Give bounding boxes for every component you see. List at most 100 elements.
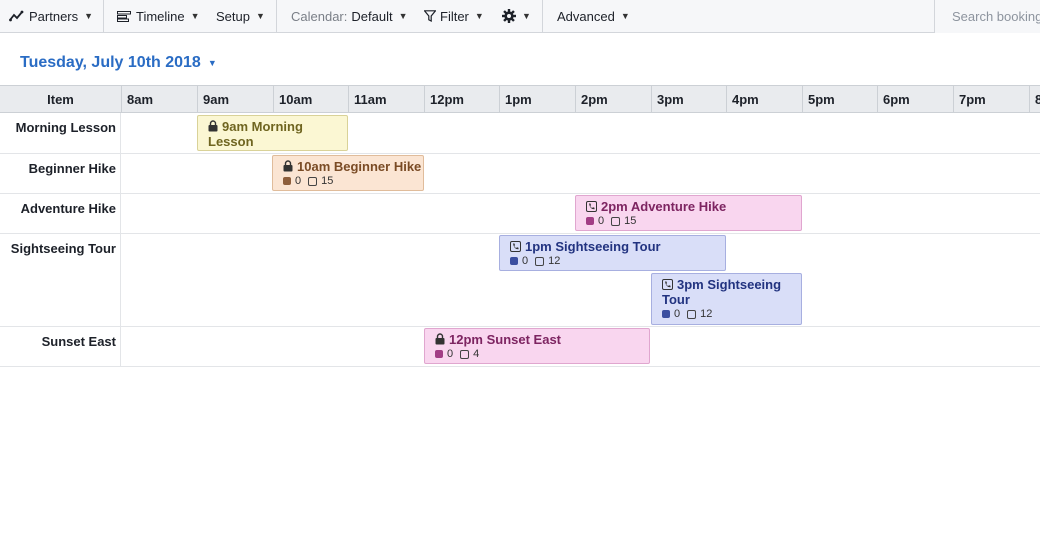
settings-menu[interactable]: ▼ [502, 0, 531, 32]
timeline-header: Item 8am 9am 10am 11am 12pm 1pm 2pm 3pm … [0, 85, 1040, 113]
booked-square-icon [662, 310, 670, 318]
available-square-icon [308, 176, 318, 186]
item-column-header: Item [47, 92, 74, 107]
caret-down-icon: ▼ [620, 11, 630, 21]
row-label: Sightseeing Tour [10, 241, 116, 256]
booking-event[interactable]: 10am Beginner Hike 0 15 [272, 155, 424, 191]
event-meta: 0 15 [586, 215, 801, 227]
booked-square-icon [510, 257, 518, 265]
phone-icon [586, 201, 597, 212]
event-meta: 0 15 [283, 175, 423, 187]
event-title: 9am Morning Lesson [208, 119, 347, 149]
event-name: Beginner Hike [333, 159, 422, 174]
event-title: 10am Beginner Hike [283, 159, 423, 174]
hour-header: 8 [1029, 86, 1040, 113]
event-title: 1pm Sightseeing Tour [510, 239, 725, 254]
toolbar-divider [276, 0, 277, 33]
hour-header: 4pm [726, 86, 802, 113]
event-meta: 0 12 [662, 308, 801, 320]
row-label: Sunset East [41, 334, 116, 349]
calendar-menu[interactable]: Calendar: Default ▼ [291, 0, 408, 32]
event-filled: 0 [522, 255, 529, 267]
hour-header: 5pm [802, 86, 878, 113]
calendar-label: Calendar: [291, 8, 348, 24]
booking-event[interactable]: 2pm Adventure Hike 0 15 [575, 195, 802, 231]
event-filled: 0 [447, 348, 454, 360]
event-time: 1pm [525, 239, 552, 254]
partners-menu[interactable]: Partners ▼ [9, 0, 93, 32]
lock-icon [283, 160, 293, 172]
hour-header: 2pm [575, 86, 651, 113]
date-picker[interactable]: Tuesday, July 10th 2018 ▼ [20, 54, 217, 72]
event-time: 3pm [677, 277, 704, 292]
event-time: 2pm [601, 199, 628, 214]
booking-event[interactable]: 1pm Sightseeing Tour 0 12 [499, 235, 726, 271]
hour-header: 1pm [499, 86, 575, 113]
hour-header: 6pm [877, 86, 953, 113]
partners-label: Partners [29, 8, 79, 24]
event-filled: 0 [674, 308, 681, 320]
booked-square-icon [586, 217, 594, 225]
setup-menu[interactable]: Setup ▼ [216, 0, 265, 32]
booking-event[interactable]: 12pm Sunset East 04 [424, 328, 650, 364]
event-time: 9am [222, 119, 249, 134]
toolbar: Partners ▼ Timeline ▼ Setup ▼ Calendar: … [0, 0, 1040, 33]
row-label: Morning Lesson [15, 120, 116, 135]
caret-down-icon: ▼ [207, 58, 217, 68]
search-box[interactable] [934, 0, 1040, 33]
booked-square-icon [435, 350, 443, 358]
event-capacity: 15 [624, 215, 637, 227]
caret-down-icon: ▼ [84, 11, 94, 21]
booking-event[interactable]: 3pm Sightseeing Tour 0 12 [651, 273, 802, 325]
hour-header: 9am [197, 86, 273, 113]
filter-label: Filter [440, 8, 469, 24]
available-square-icon [460, 349, 470, 359]
event-meta: 0 10 [208, 150, 347, 151]
event-name: Adventure Hike [630, 199, 727, 214]
event-capacity: 10 [246, 150, 258, 151]
timeline-menu[interactable]: Timeline ▼ [117, 0, 200, 32]
resource-row: Beginner Hike [0, 154, 1040, 194]
hour-header: 11am [348, 86, 424, 113]
event-meta: 0 12 [510, 255, 725, 267]
lock-icon [208, 120, 218, 132]
booking-event[interactable]: 9am Morning Lesson 0 10 [197, 115, 348, 151]
resource-row: Morning Lesson [0, 113, 1040, 154]
available-square-icon [611, 216, 621, 226]
event-capacity: 12 [700, 308, 713, 320]
event-meta: 04 [435, 348, 649, 360]
calendar-value: Default [351, 8, 393, 24]
caret-down-icon: ▼ [255, 11, 265, 21]
event-time: 12pm [449, 332, 483, 347]
date-title: Tuesday, July 10th 2018 [20, 54, 201, 71]
available-square-icon [535, 256, 545, 266]
advanced-menu[interactable]: Advanced ▼ [557, 0, 630, 32]
filter-menu[interactable]: Filter ▼ [424, 0, 484, 32]
booked-square-icon [283, 177, 291, 185]
gear-icon [502, 9, 516, 23]
event-title: 12pm Sunset East [435, 332, 649, 347]
toolbar-divider [103, 0, 104, 33]
event-capacity: 12 [548, 255, 561, 267]
chart-line-icon [9, 10, 24, 22]
event-capacity: 4 [473, 348, 480, 360]
event-name: Sightseeing Tour [555, 239, 661, 254]
advanced-label: Advanced [557, 8, 615, 24]
search-input[interactable] [952, 9, 1040, 24]
hour-header: 8am [121, 86, 197, 113]
row-label: Beginner Hike [28, 161, 116, 176]
hour-header: 7pm [953, 86, 1029, 113]
timeline-icon [117, 10, 131, 22]
lock-icon [435, 333, 445, 345]
event-title: 3pm Sightseeing Tour [662, 277, 801, 307]
event-filled: 0 [295, 175, 302, 187]
event-name: Sunset East [486, 332, 562, 347]
event-capacity: 15 [321, 175, 334, 187]
event-time: 10am [297, 159, 331, 174]
hour-header: 3pm [651, 86, 727, 113]
phone-icon [510, 241, 521, 252]
caret-down-icon: ▼ [398, 11, 408, 21]
phone-icon [662, 279, 673, 290]
available-square-icon [687, 309, 697, 319]
timeline-label: Timeline [136, 8, 185, 24]
